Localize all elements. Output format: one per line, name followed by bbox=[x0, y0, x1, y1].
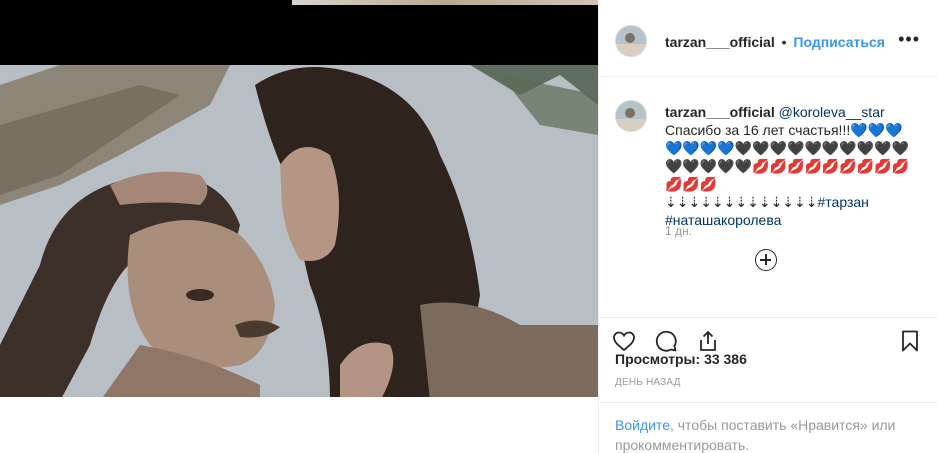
avatar[interactable] bbox=[615, 25, 647, 57]
video-still bbox=[0, 65, 598, 397]
hashtag-link[interactable]: #тарзан bbox=[818, 194, 869, 210]
avatar-image bbox=[616, 101, 646, 131]
post-media[interactable] bbox=[0, 5, 598, 397]
media-bottom-space bbox=[0, 397, 598, 453]
video-frame[interactable] bbox=[0, 65, 598, 397]
more-icon[interactable]: ••• bbox=[898, 30, 920, 48]
avatar-image bbox=[616, 26, 646, 56]
mention-link[interactable]: @koroleva__star bbox=[779, 104, 885, 120]
add-comments-icon[interactable] bbox=[755, 249, 777, 271]
caption-line: Спасибо за 16 лет счастья!!! bbox=[665, 122, 851, 138]
heart-icon bbox=[613, 331, 635, 352]
comment-time[interactable]: 1 дн. bbox=[665, 224, 692, 238]
post-header: tarzan___official • Подписаться ••• bbox=[599, 5, 937, 77]
follow-button[interactable]: Подписаться bbox=[793, 34, 885, 50]
separator-dot: • bbox=[781, 34, 787, 50]
caption-username[interactable]: tarzan___official bbox=[665, 104, 775, 120]
login-prompt: Войдите, чтобы поставить «Нравится» или … bbox=[599, 402, 937, 453]
save-button[interactable] bbox=[895, 326, 925, 356]
post-date[interactable]: ДЕНЬ НАЗАД bbox=[615, 377, 681, 388]
views-count: Просмотры: 33 386 bbox=[615, 351, 747, 367]
username-link[interactable]: tarzan___official bbox=[665, 34, 775, 50]
comment-icon bbox=[655, 330, 677, 352]
avatar[interactable] bbox=[615, 100, 647, 132]
share-icon bbox=[700, 331, 716, 351]
views-label: Просмотры: bbox=[615, 351, 701, 367]
login-link[interactable]: Войдите bbox=[615, 417, 670, 433]
views-value: 33 386 bbox=[704, 351, 747, 367]
bookmark-icon bbox=[902, 330, 918, 352]
header-text: tarzan___official • Подписаться bbox=[665, 34, 885, 50]
caption-comment: tarzan___official @koroleva__star Спасиб… bbox=[599, 77, 937, 317]
down-arrows: ⇣⇣⇣⇣⇣⇣⇣⇣⇣⇣⇣⇣⇣ bbox=[665, 194, 818, 210]
post-details-panel: tarzan___official • Подписаться ••• tarz… bbox=[598, 5, 937, 453]
caption-text: tarzan___official @koroleva__star Спасиб… bbox=[665, 103, 915, 229]
login-text: Войдите, чтобы поставить «Нравится» или … bbox=[615, 415, 915, 453]
